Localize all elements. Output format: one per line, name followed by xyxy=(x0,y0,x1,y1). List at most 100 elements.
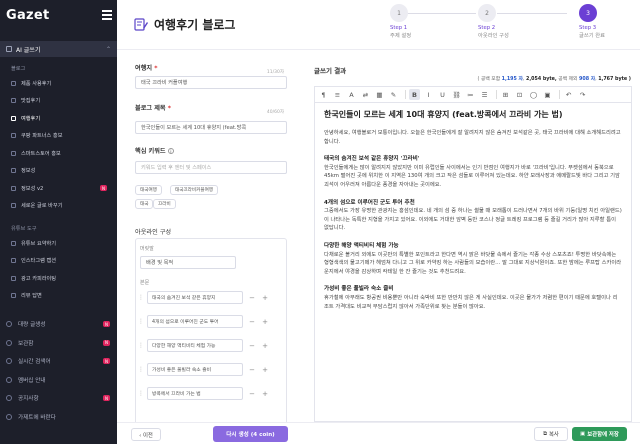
sidebar-item-label: 광고 카피라이팅 xyxy=(21,275,57,282)
remove-item-icon[interactable]: − xyxy=(248,342,256,350)
sidebar-item[interactable]: 맛집후기 xyxy=(11,95,111,107)
item-icon xyxy=(6,358,12,364)
add-item-icon[interactable]: + xyxy=(261,294,269,302)
drag-handle-icon[interactable]: ⋮ xyxy=(138,318,144,325)
sidebar-item[interactable]: 대량 글생성 N xyxy=(6,318,114,330)
add-item-icon[interactable]: + xyxy=(261,318,269,326)
sidebar-item-label: 정보성 xyxy=(21,168,36,174)
toolbar-button-icon[interactable]: ⛓ xyxy=(451,89,462,100)
toolbar-button-icon[interactable]: A xyxy=(346,89,357,100)
outline-item-input[interactable]: 방콕에서 끄라비 가는 법 xyxy=(147,387,243,400)
toolbar-button-icon[interactable]: ↶ xyxy=(563,89,574,100)
article-section-body: 휴가철에 아무래도 항공권 비용뿐만 아니라 숙박비 또한 만만치 않은 게 사… xyxy=(324,294,618,310)
item-icon xyxy=(11,115,16,121)
sidebar-item[interactable]: 여행후기 xyxy=(11,112,111,124)
outline-item-input[interactable]: 가성비 좋은 풀빌라 숙소 즐비 xyxy=(147,363,243,376)
outline-item-input[interactable]: 다양한 해양 액티비티 체험 가능 xyxy=(147,339,243,352)
sidebar-section-label: AI 글쓰기 xyxy=(16,46,41,54)
toolbar-button-icon[interactable]: U xyxy=(437,89,448,100)
drag-handle-icon[interactable]: ⋮ xyxy=(138,366,144,373)
toolbar-button-icon[interactable]: ↷ xyxy=(577,89,588,100)
sidebar-item[interactable]: 실시간 검색어 N xyxy=(6,355,114,367)
toolbar-button-icon[interactable]: ≡ xyxy=(332,89,343,100)
keyword-tag[interactable]: 태국 xyxy=(135,199,154,209)
destination-input[interactable]: 태국 끄라비 커플여행 xyxy=(135,76,287,89)
toolbar-button-icon[interactable]: ⊡ xyxy=(514,89,525,100)
remove-item-icon[interactable]: − xyxy=(248,390,256,398)
step-sublabel: 글쓰기 완료 xyxy=(579,33,606,39)
sidebar-section-ai-writing[interactable]: AI 글쓰기 ⌃ xyxy=(0,41,117,57)
sidebar-item[interactable]: 쿠팡 파트너스 홍보 xyxy=(11,130,111,142)
toolbar-button-icon[interactable]: ▦ xyxy=(374,89,385,100)
sidebar-item[interactable]: 스마트스토어 홍보 xyxy=(11,147,111,159)
toolbar-button-icon[interactable]: ¶ xyxy=(318,89,329,100)
regenerate-button[interactable]: 다시 생성 (4 coin) xyxy=(213,426,288,442)
toolbar-button-icon[interactable]: ⊞ xyxy=(500,89,511,100)
toolbar-button-icon[interactable]: B xyxy=(409,89,420,100)
keyword-input[interactable]: 키워드 입력 후 엔터 및 스페이스 xyxy=(135,161,287,174)
toolbar-button-icon[interactable]: ▣ xyxy=(542,89,553,100)
add-item-icon[interactable]: + xyxy=(261,366,269,374)
new-badge: N xyxy=(100,185,107,191)
info-icon[interactable]: i xyxy=(167,148,174,154)
result-editor[interactable]: 한국인들이 모르는 세계 10대 휴양지 (feat.방콕에서 끄라비 가는 법… xyxy=(314,102,632,422)
toolbar-separator xyxy=(559,90,560,99)
keyword-tag[interactable]: 태국끄라비커플여행 xyxy=(170,185,219,195)
sidebar-item[interactable]: 공지사항 N xyxy=(6,392,114,404)
sidebar-item[interactable]: 가제트에 바란다 xyxy=(6,411,114,423)
article-section-heading: 가성비 좋은 풀빌라 숙소 즐비 xyxy=(324,286,394,293)
sidebar-item[interactable]: 유튜브 요약하기 xyxy=(11,237,111,249)
sidebar-item-label: 공지사항 xyxy=(18,396,39,402)
toolbar-button-icon[interactable]: ⇄ xyxy=(360,89,371,100)
logo[interactable]: Gazet xyxy=(6,8,50,23)
save-to-archive-button[interactable]: ▣ 보관함에 저장 xyxy=(572,427,627,441)
sidebar-item[interactable]: 제품 사용후기 xyxy=(11,77,111,89)
previous-button[interactable]: ‹ 이전 xyxy=(131,428,161,441)
sidebar-item[interactable]: 리뷰 답변 xyxy=(11,290,111,302)
destination-char-count: 11/30자 xyxy=(266,70,284,75)
keyword-tag[interactable]: 태국여행 xyxy=(135,185,162,195)
blog-title-input[interactable]: 한국인들이 모르는 세계 10대 휴양지 (feat.방콕 xyxy=(135,121,287,134)
sparkle-icon xyxy=(6,46,12,52)
sidebar-item[interactable]: 멤버십 안내 xyxy=(6,374,114,386)
remove-item-icon[interactable]: − xyxy=(248,318,256,326)
app-root: Gazet AI 글쓰기 ⌃ 블로그 제품 사용후기 맛집후기 여행후기 쿠팡 파트너… xyxy=(0,0,640,444)
hamburger-menu-icon[interactable] xyxy=(102,10,112,20)
toolbar-button-icon[interactable]: ≔ xyxy=(465,89,476,100)
sidebar-item[interactable]: 정보성 v2 N xyxy=(11,182,111,194)
blog-title-char-count: 40/60자 xyxy=(266,110,284,115)
outline-item-input[interactable]: 태국의 숨겨진 보석 같은 휴양지 xyxy=(147,291,243,304)
step-3: 3 Step 3 글쓰기 완료 xyxy=(579,4,605,39)
toolbar-button-icon[interactable]: ☰ xyxy=(479,89,490,100)
add-item-icon[interactable]: + xyxy=(261,390,269,398)
toolbar-button-icon[interactable]: ◯ xyxy=(528,89,539,100)
drag-handle-icon[interactable]: ⋮ xyxy=(138,390,144,397)
intro-input[interactable]: 배경 및 목적 xyxy=(140,256,236,269)
body-label: 본문 xyxy=(140,280,150,286)
step-number: 1 xyxy=(390,4,408,22)
remove-item-icon[interactable]: − xyxy=(248,294,256,302)
drag-handle-icon[interactable]: ⋮ xyxy=(138,342,144,349)
sidebar-item-label: 보관함 xyxy=(18,340,34,347)
article-section-body: 다채로운 볼거리 외에도 이곳만의 특별한 포인트라고 한다면 역시 맑은 바닷… xyxy=(324,251,622,275)
sidebar-item-label: 유튜브 요약하기 xyxy=(21,240,57,247)
sidebar-item[interactable]: 보관함 N xyxy=(6,337,114,349)
sidebar-item-label: 인스타그램 캡션 xyxy=(21,258,57,264)
sidebar-item[interactable]: 광고 카피라이팅 xyxy=(11,272,111,284)
item-icon xyxy=(11,80,16,86)
result-title: 글쓰기 결과 xyxy=(314,67,347,75)
new-badge: N xyxy=(103,339,110,346)
add-item-icon[interactable]: + xyxy=(261,342,269,350)
toolbar-button-icon[interactable]: I xyxy=(423,89,434,100)
outline-item-input[interactable]: 4개의 섬으로 이루어진 군도 투어 xyxy=(147,315,243,328)
new-badge: N xyxy=(103,358,110,364)
toolbar-button-icon[interactable]: ✎ xyxy=(388,89,399,100)
sidebar-item[interactable]: 정보성 xyxy=(11,165,111,177)
sidebar-item[interactable]: 세로운 글로 바꾸기 xyxy=(11,200,111,212)
remove-item-icon[interactable]: − xyxy=(248,366,256,374)
drag-handle-icon[interactable]: ⋮ xyxy=(138,294,144,301)
sidebar-item[interactable]: 인스타그램 캡션 xyxy=(11,255,111,267)
copy-button[interactable]: ⧉ 복사 xyxy=(534,427,568,441)
keyword-tag[interactable]: 끄라비 xyxy=(153,199,176,209)
sidebar-item-label: 가제트에 바란다 xyxy=(18,414,56,421)
